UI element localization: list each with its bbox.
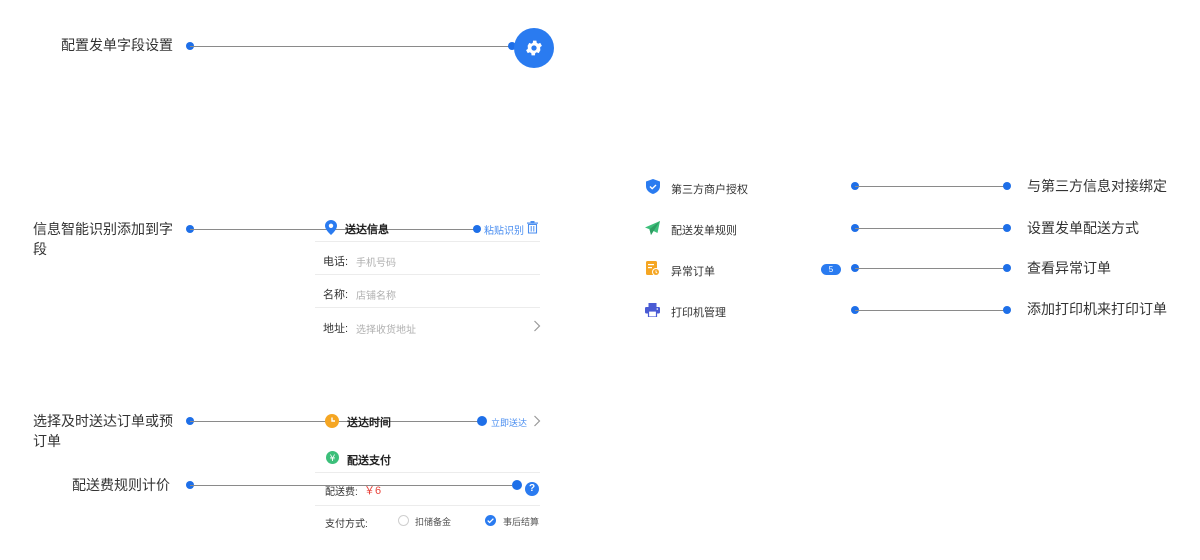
help-icon[interactable]: ? — [525, 482, 539, 496]
shield-icon — [646, 179, 660, 194]
chevron-right-icon[interactable] — [533, 415, 541, 427]
divider — [315, 505, 540, 506]
connector-line — [855, 310, 1007, 311]
delivery-time-title: 送达时间 — [347, 417, 391, 429]
menu-item-printer[interactable]: 打印机管理 — [671, 304, 726, 320]
radio-reserve-deduct[interactable] — [398, 515, 409, 526]
divider — [315, 241, 540, 242]
gear-icon — [526, 40, 542, 56]
phone-label: 电话: — [323, 256, 349, 268]
trash-icon[interactable] — [527, 221, 538, 234]
delivery-time-select[interactable]: 立即送达 — [491, 416, 527, 429]
annotation-printer: 添加打印机来打印订单 — [1027, 301, 1167, 317]
menu-item-abnormal-orders[interactable]: 异常订单 — [671, 263, 715, 279]
location-pin-icon — [325, 220, 337, 235]
radio-post-settlement[interactable] — [485, 515, 496, 526]
annotation-dispatch-mode: 设置发单配送方式 — [1027, 220, 1139, 236]
annotation-delivery-time: 选择及时送达订单或预订单 — [33, 413, 173, 449]
annotation-third-party: 与第三方信息对接绑定 — [1027, 178, 1167, 194]
store-name-input[interactable]: 店铺名称 — [356, 287, 396, 302]
field-settings-button[interactable] — [514, 28, 554, 68]
annotation-abnormal-orders: 查看异常订单 — [1027, 260, 1111, 276]
address-label: 地址: — [323, 323, 349, 335]
radio-label: 事后结算 — [503, 517, 540, 527]
abnormal-order-icon — [646, 261, 660, 276]
check-icon — [487, 518, 494, 524]
connector-dot — [1003, 182, 1011, 190]
paste-recognize-button[interactable]: 粘贴识别 — [484, 222, 524, 237]
yuan-icon: ¥ — [326, 451, 339, 464]
payment-title: 配送支付 — [347, 455, 391, 467]
paper-plane-icon — [645, 221, 660, 235]
annotation-smart-recognition: 信息智能识别添加到字段 — [33, 221, 173, 257]
printer-icon — [645, 303, 660, 317]
divider — [315, 472, 540, 473]
connector-dot — [1003, 306, 1011, 314]
connector-dot — [477, 416, 487, 426]
annotation-field-settings: 配置发单字段设置 — [61, 37, 173, 53]
abnormal-count-badge: 5 — [821, 264, 841, 275]
connector-line — [190, 46, 516, 47]
address-select[interactable]: 选择收货地址 — [356, 321, 416, 336]
payment-method-label: 支付方式: — [325, 519, 368, 530]
connector-line — [855, 228, 1007, 229]
radio-label: 扣储备金 — [415, 517, 452, 527]
connector-line — [855, 268, 1007, 269]
menu-item-dispatch-rules[interactable]: 配送发单规则 — [671, 222, 737, 238]
fee-value: ￥6 — [364, 485, 382, 497]
connector-line — [855, 186, 1007, 187]
chevron-right-icon[interactable] — [533, 320, 541, 332]
divider — [315, 274, 540, 275]
connector-dot — [473, 225, 481, 233]
clock-icon — [325, 414, 339, 428]
name-label: 名称: — [323, 289, 349, 301]
divider — [315, 307, 540, 308]
annotation-fee-rules: 配送费规则计价 — [72, 477, 170, 493]
fee-label: 配送费: — [325, 487, 358, 498]
delivery-info-title: 送达信息 — [345, 224, 389, 236]
menu-item-third-party[interactable]: 第三方商户授权 — [671, 181, 748, 197]
connector-dot — [1003, 264, 1011, 272]
svg-text:¥: ¥ — [330, 454, 336, 464]
phone-input[interactable]: 手机号码 — [356, 254, 396, 269]
connector-dot — [1003, 224, 1011, 232]
connector-dot — [512, 480, 522, 490]
